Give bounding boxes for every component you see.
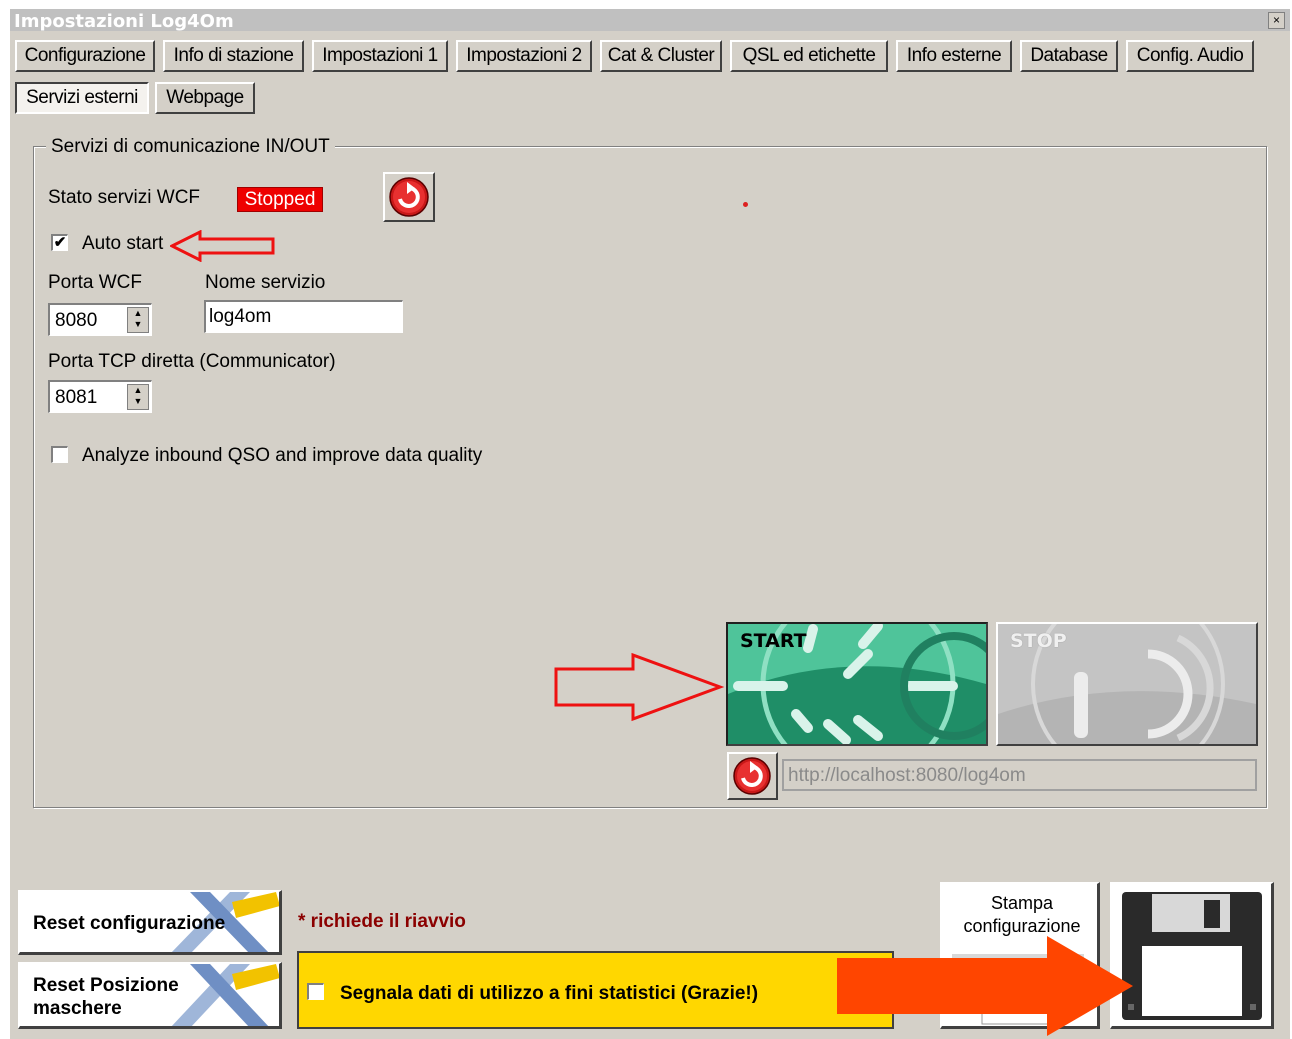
reset-configuration-label: Reset configurazione <box>33 913 226 934</box>
stop-label: STOP <box>1010 630 1067 652</box>
restart-required-note: * richiede il riavvio <box>298 911 466 932</box>
close-button[interactable]: × <box>1268 12 1285 29</box>
status-badge: Stopped <box>237 187 323 212</box>
window-title: Impostazioni Log4Om <box>14 11 234 32</box>
tab-configurazione[interactable]: Configurazione <box>15 40 155 72</box>
reset-configuration-button[interactable]: Reset configurazione <box>18 890 282 955</box>
annotation-arrow-left-icon <box>170 230 275 262</box>
spin-arrows-icon[interactable]: ▲ ▼ <box>127 384 149 410</box>
service-name-label: Nome servizio <box>205 272 326 293</box>
services-group-title: Servizi di comunicazione IN/OUT <box>46 136 335 158</box>
wcf-status-label: Stato servizi WCF <box>48 187 201 208</box>
usage-statistics-box: Segnala dati di utilizzo a fini statisti… <box>297 951 894 1029</box>
tab-info-esterne[interactable]: Info esterne <box>896 40 1012 72</box>
wcf-port-label: Porta WCF <box>48 272 142 293</box>
analyze-inbound-checkbox[interactable] <box>51 446 68 463</box>
tcp-port-label: Porta TCP diretta (Communicator) <box>48 351 336 372</box>
auto-start-label: Auto start <box>82 233 164 254</box>
red-dot-marker <box>743 202 748 207</box>
stop-button[interactable]: STOP <box>996 622 1258 746</box>
restart-service-button[interactable] <box>383 172 435 222</box>
analyze-inbound-label: Analyze inbound QSO and improve data qua… <box>82 445 483 466</box>
tools-icon <box>171 964 279 1026</box>
tcp-port-value: 8081 <box>55 387 98 408</box>
service-url-field: http://localhost:8080/log4om <box>782 759 1257 791</box>
annotation-arrow-orange-icon <box>837 936 1133 1036</box>
spin-arrows-icon[interactable]: ▲ ▼ <box>127 307 149 333</box>
refresh-icon <box>389 177 429 217</box>
tab-qsl-etichette[interactable]: QSL ed etichette <box>730 40 888 72</box>
refresh-url-button[interactable] <box>727 752 778 800</box>
auto-start-checkbox[interactable]: ✔ <box>51 234 68 251</box>
tab-config-audio[interactable]: Config. Audio <box>1126 40 1254 72</box>
tab-impostazioni-1[interactable]: Impostazioni 1 <box>312 40 448 72</box>
tab-webpage[interactable]: Webpage <box>155 82 255 114</box>
usage-statistics-checkbox[interactable] <box>307 983 324 1000</box>
annotation-arrow-right-icon <box>554 652 725 722</box>
tab-impostazioni-2[interactable]: Impostazioni 2 <box>456 40 592 72</box>
print-configuration-label: Stampa configurazione <box>963 893 1081 936</box>
refresh-icon <box>733 757 771 795</box>
tab-servizi-esterni[interactable]: Servizi esterni <box>15 82 149 114</box>
reset-window-positions-button[interactable]: Reset Posizione maschere <box>18 962 282 1029</box>
wcf-port-value: 8080 <box>55 310 98 331</box>
usage-statistics-label: Segnala dati di utilizzo a fini statisti… <box>340 983 759 1004</box>
start-button[interactable]: START <box>726 622 988 746</box>
reset-window-positions-label: Reset Posizione maschere <box>33 975 179 1019</box>
tab-info-di-stazione[interactable]: Info di stazione <box>163 40 304 72</box>
tab-database[interactable]: Database <box>1020 40 1118 72</box>
service-name-input[interactable]: log4om <box>204 300 403 333</box>
start-label: START <box>740 630 807 652</box>
tcp-port-stepper[interactable]: 8081 ▲ ▼ <box>48 380 152 413</box>
wcf-port-stepper[interactable]: 8080 ▲ ▼ <box>48 303 152 336</box>
tab-cat-cluster[interactable]: Cat & Cluster <box>600 40 722 72</box>
